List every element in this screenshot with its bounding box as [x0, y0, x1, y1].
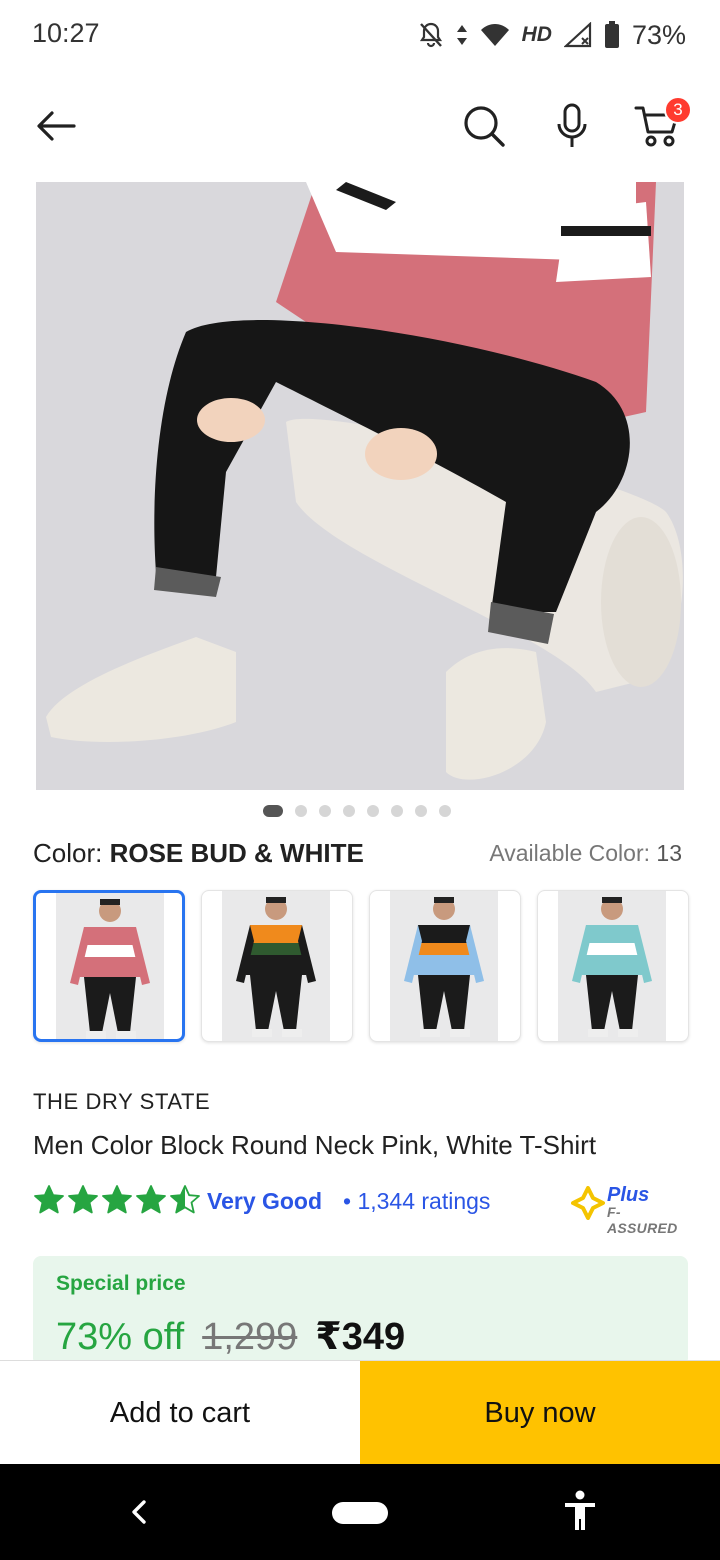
image-carousel-indicator: [0, 804, 720, 818]
brand-name[interactable]: THE DRY STATE: [33, 1089, 210, 1115]
color-swatch-rose-bud-white[interactable]: [33, 890, 185, 1042]
back-button[interactable]: [28, 100, 84, 152]
carousel-dot: [391, 805, 403, 817]
rating-row[interactable]: Very Good • 1,344 ratings Plus F-ASSURED: [33, 1182, 693, 1236]
price-row: 73% off 1,299 ₹349: [56, 1314, 405, 1359]
microphone-icon: [557, 103, 587, 147]
product-title: Men Color Block Round Neck Pink, White T…: [33, 1130, 597, 1160]
color-label-prefix: Color:: [33, 838, 103, 868]
top-app-bar: [0, 72, 720, 180]
color-swatch-black-orange-blue[interactable]: [369, 890, 521, 1042]
signal-icon: [563, 22, 592, 48]
product-photo: [36, 182, 684, 790]
final-price: ₹349: [315, 1316, 406, 1358]
search-button[interactable]: [456, 98, 512, 154]
status-time: 10:27: [32, 18, 100, 48]
buy-now-button[interactable]: Buy now: [360, 1361, 720, 1465]
system-navigation-bar: [0, 1464, 720, 1560]
star-icon: [136, 1185, 166, 1214]
data-arrows-icon: [456, 25, 467, 45]
discount-percent: 73% off: [56, 1316, 185, 1358]
status-bar: 10:27 HD 73%: [0, 0, 720, 72]
add-to-cart-button[interactable]: Add to cart: [0, 1361, 360, 1465]
price-box: Special price 73% off 1,299 ₹349: [33, 1256, 688, 1366]
plus-assured-icon: [571, 1186, 605, 1220]
bell-off-icon: [419, 22, 442, 48]
swatch-thumbnail: [222, 891, 330, 1041]
carousel-dot: [367, 805, 379, 817]
selected-color-value: ROSE BUD & WHITE: [109, 838, 364, 868]
color-swatch-list: [33, 890, 689, 1044]
star-icon: [170, 1185, 200, 1214]
star-icon: [102, 1185, 132, 1214]
product-image[interactable]: [36, 182, 684, 790]
available-colors-label: Available Color:: [489, 840, 651, 866]
bottom-action-bar: Add to cart Buy now: [0, 1360, 720, 1465]
carousel-dot: [263, 805, 283, 817]
original-price: 1,299: [202, 1316, 298, 1358]
special-price-label: Special price: [56, 1272, 186, 1295]
status-icons: HD 73%: [418, 18, 686, 52]
voice-search-button[interactable]: [546, 98, 598, 154]
swatch-thumbnail: [558, 891, 666, 1041]
carousel-dot: [439, 805, 451, 817]
carousel-dot: [343, 805, 355, 817]
search-icon: [464, 106, 505, 147]
carousel-dot: [319, 805, 331, 817]
star-icon: [68, 1185, 98, 1214]
system-back-icon[interactable]: [124, 1494, 156, 1530]
swatch-thumbnail: [56, 893, 164, 1039]
battery-percent: 73%: [631, 19, 686, 50]
plus-assured-badge: Plus F-ASSURED: [571, 1184, 691, 1236]
rating-count[interactable]: • 1,344 ratings: [343, 1188, 490, 1215]
rating-stars: [33, 1184, 201, 1216]
star-icon: [34, 1185, 64, 1214]
back-arrow-icon: [37, 111, 76, 141]
color-swatch-orange-green-black[interactable]: [201, 890, 353, 1042]
available-colors-count: 13: [656, 840, 682, 866]
accessibility-icon[interactable]: [562, 1490, 598, 1534]
system-home-pill[interactable]: [332, 1502, 388, 1524]
assured-sub-label: F-ASSURED: [607, 1204, 678, 1236]
swatch-thumbnail: [390, 891, 498, 1041]
carousel-dot: [415, 805, 427, 817]
color-swatch-aqua-white[interactable]: [537, 890, 689, 1042]
hd-label: HD: [521, 23, 552, 46]
available-colors: Available Color: 13: [489, 840, 682, 867]
cart-count-badge: 3: [664, 96, 692, 124]
selected-color-label: Color: ROSE BUD & WHITE: [33, 838, 364, 869]
rating-text: Very Good: [207, 1188, 323, 1214]
battery-icon: [604, 21, 619, 48]
wifi-icon: [480, 24, 509, 46]
carousel-dot: [295, 805, 307, 817]
